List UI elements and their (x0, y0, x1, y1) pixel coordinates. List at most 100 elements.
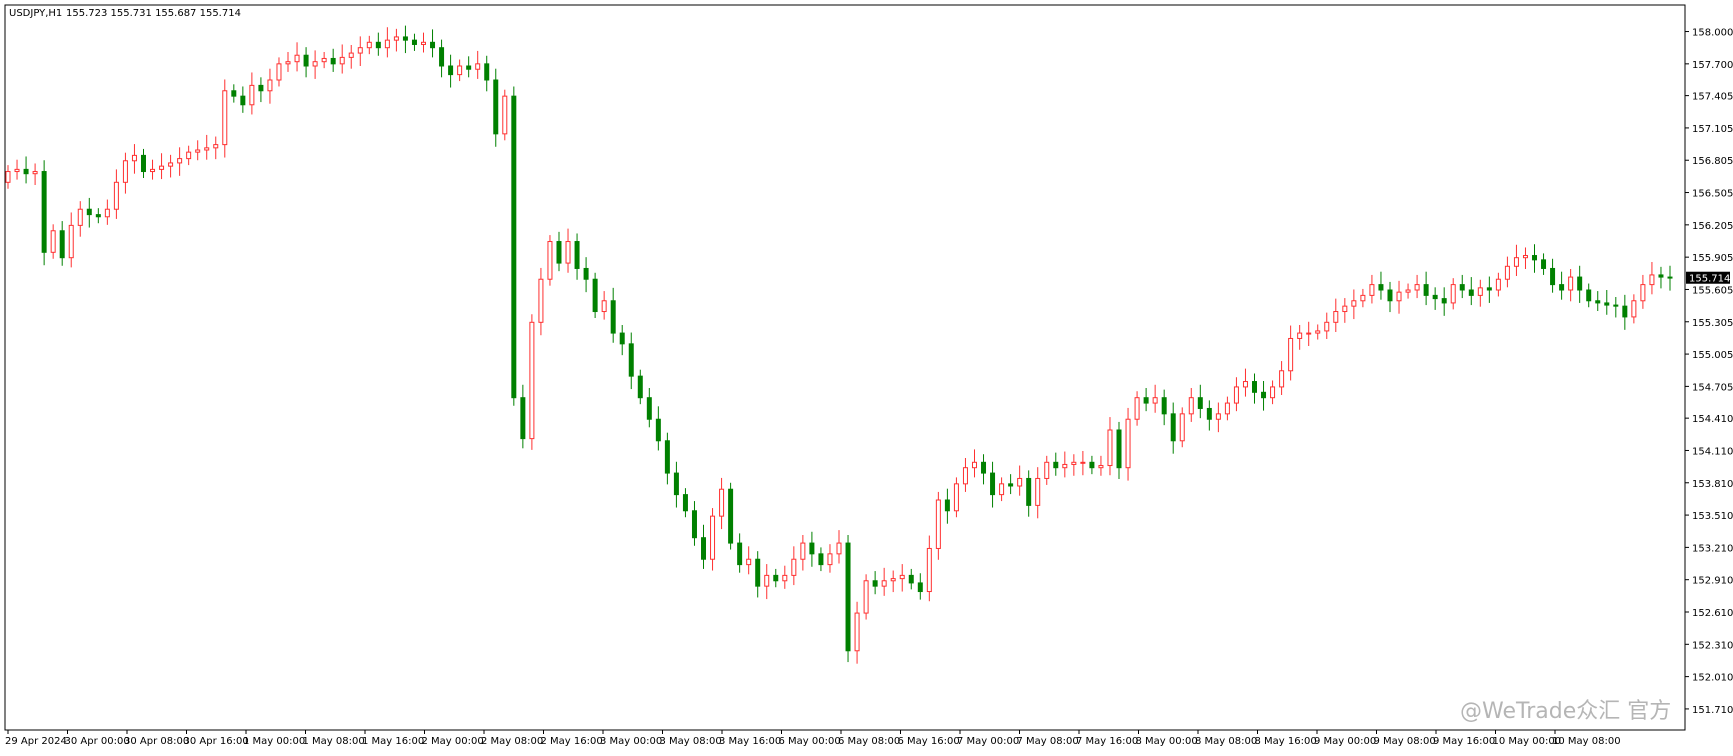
x-tick-label: 1 May 00:00 (243, 736, 305, 747)
candle-bear (258, 84, 264, 92)
candle-bear (845, 542, 851, 652)
candle-bull (710, 515, 716, 560)
candle-bull (384, 39, 390, 49)
candle-bull (1125, 418, 1131, 469)
candle-bull (1477, 287, 1483, 296)
x-tick-label: 10 May 08:00 (1552, 736, 1621, 747)
candle-bull (1640, 284, 1646, 302)
candle-bear (86, 208, 92, 216)
candle-bull (195, 149, 201, 153)
candle-bull (1188, 397, 1194, 415)
candle-bear (375, 41, 381, 49)
y-tick-label: 151.710 (1692, 705, 1733, 716)
candle-bull (249, 84, 255, 106)
x-tick-label: 2 May 08:00 (481, 736, 543, 747)
y-tick-label: 156.205 (1692, 221, 1733, 232)
x-tick-label: 1 May 16:00 (362, 736, 424, 747)
y-tick-label: 155.605 (1692, 285, 1733, 296)
candle-bear (493, 79, 499, 135)
candle-bear (990, 472, 996, 496)
candle-bear (1432, 294, 1438, 300)
candle-bull (1631, 300, 1637, 318)
candle-bear (1604, 302, 1610, 306)
y-tick-label: 154.705 (1692, 382, 1733, 393)
candle-bull (1396, 291, 1402, 302)
candle-bull (168, 162, 174, 167)
candle-bear (439, 47, 445, 67)
candle-bear (818, 553, 824, 566)
x-tick-label: 1 May 08:00 (303, 736, 365, 747)
candle-bull (1450, 284, 1456, 304)
candle-bear (592, 278, 598, 313)
candle-bull (926, 547, 932, 593)
candle-bull (1360, 294, 1366, 302)
candle-bear (411, 39, 417, 45)
candle-bear (240, 95, 246, 106)
candle-bear (23, 168, 29, 175)
y-tick-label: 154.110 (1692, 446, 1733, 457)
last-price-label: 155.714 (1689, 274, 1730, 285)
symbol-timeframe-label: USDJPY,H1 (9, 8, 62, 19)
candle-bull (836, 542, 842, 555)
candle-bull (1224, 402, 1230, 415)
candle-bear (402, 36, 408, 41)
price-chart[interactable]: USDJPY,H1 155.723 155.731 155.687 155.71… (0, 0, 1733, 756)
candle-bear (917, 582, 923, 593)
y-tick-label: 152.610 (1692, 608, 1733, 619)
candle-bear (1586, 289, 1592, 302)
candle-bear (773, 574, 779, 582)
candle-bull (1649, 274, 1655, 286)
candle-bull (1071, 461, 1077, 465)
candle-bear (701, 537, 707, 560)
candle-bear (619, 332, 625, 345)
candle-bull (1522, 255, 1528, 259)
candle-bear (574, 241, 580, 269)
candle-bull (1098, 465, 1104, 469)
watermark-text: @WeTrade众汇 官方 (1460, 699, 1671, 724)
candle-bear (1378, 284, 1384, 291)
candle-bear (520, 397, 526, 440)
candle-bull (50, 230, 56, 253)
candle-bull (5, 171, 11, 183)
candle-bull (1504, 265, 1510, 280)
y-tick-label: 157.700 (1692, 60, 1733, 71)
candle-bull (1080, 461, 1086, 464)
candle-bull (863, 580, 869, 614)
candle-bull (159, 165, 165, 170)
candle-bull (1242, 381, 1248, 388)
candle-bull (782, 574, 788, 582)
candle-bear (448, 65, 454, 76)
candle-bull (285, 61, 291, 65)
candle-bear (981, 461, 987, 474)
x-tick-label: 9 May 16:00 (1433, 736, 1495, 747)
x-tick-label: 29 Apr 2024 (5, 736, 67, 747)
candle-bull (321, 57, 327, 63)
y-tick-label: 153.810 (1692, 479, 1733, 490)
candle-bear (430, 41, 436, 49)
candle-bear (1486, 287, 1492, 291)
candle-bull (746, 558, 752, 566)
candle-bear (1459, 284, 1465, 291)
candle-bull (881, 580, 887, 587)
candle-bull (222, 90, 228, 146)
candle-bull (339, 56, 345, 65)
x-tick-label: 6 May 00:00 (779, 736, 841, 747)
candle-bull (1414, 284, 1420, 291)
y-tick-label: 158.000 (1692, 28, 1733, 39)
candle-bear (1559, 284, 1565, 291)
candle-bull (1035, 477, 1041, 506)
candle-bull (1315, 330, 1321, 334)
candle-bull (1179, 413, 1185, 442)
x-tick-label: 3 May 16:00 (719, 736, 781, 747)
candle-bull (890, 578, 896, 582)
y-tick-label: 152.010 (1692, 673, 1733, 684)
candle-bear (140, 154, 146, 173)
candle-bear (556, 241, 562, 264)
candle-bull (1279, 370, 1285, 388)
candle-bull (1513, 257, 1519, 267)
x-tick-label: 30 Apr 08:00 (124, 736, 189, 747)
candle-bear (303, 54, 309, 67)
candle-bear (1468, 289, 1474, 296)
candle-bull (186, 151, 192, 160)
candle-bull (150, 168, 156, 173)
